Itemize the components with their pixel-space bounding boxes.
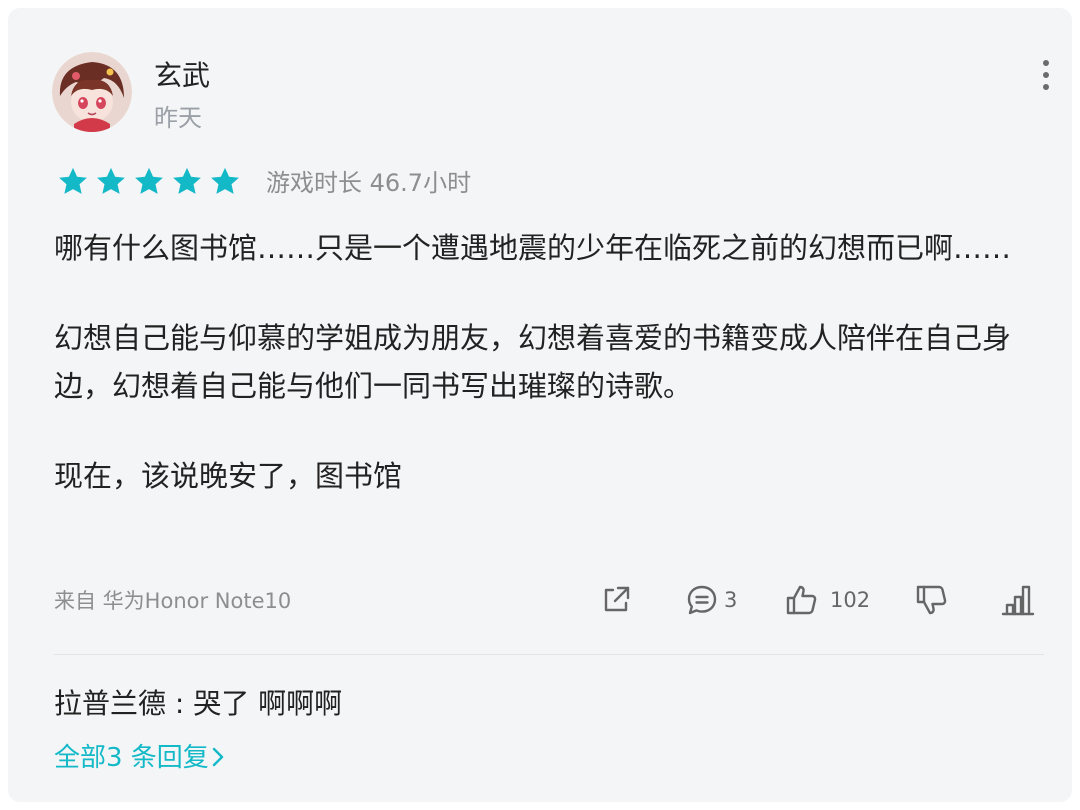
review-paragraph: 哪有什么图书馆……只是一个遭遇地震的少年在临死之前的幻想而已啊…… — [54, 231, 1012, 265]
device-info: 来自 华为Honor Note10 — [54, 589, 292, 613]
review-card: 玄武 昨天 游戏时长 46.7小时 哪有什么图书馆……只是一个遭遇地震的少年在临… — [8, 8, 1072, 802]
thumbs-down-icon — [916, 585, 947, 615]
divider — [54, 654, 1044, 655]
star-icon — [173, 167, 201, 194]
reply-preview[interactable]: 拉普兰德 : 哭了 啊啊啊 — [54, 684, 342, 724]
like-button[interactable]: 102 — [784, 578, 870, 622]
comment-count: 3 — [724, 588, 738, 612]
star-icon — [135, 167, 163, 194]
dislike-button[interactable] — [914, 578, 950, 622]
avatar[interactable] — [52, 52, 132, 132]
more-options-icon[interactable] — [1036, 60, 1056, 90]
stats-button[interactable] — [1000, 578, 1036, 622]
share-button[interactable] — [598, 578, 634, 622]
bar-chart-icon — [1001, 585, 1035, 616]
comment-button[interactable]: 3 — [684, 578, 737, 622]
review-paragraph: 现在，该说晚安了，图书馆 — [54, 459, 403, 493]
like-count: 102 — [830, 588, 871, 612]
review-body[interactable]: 哪有什么图书馆……只是一个遭遇地震的少年在临死之前的幻想而已啊…… 幻想自己能与… — [54, 224, 1054, 500]
star-icon — [211, 167, 239, 194]
review-paragraph: 幻想自己能与仰慕的学姐成为朋友，幻想着喜爱的书籍变成人陪伴在自己身边，幻想着自己… — [54, 321, 1012, 403]
star-rating — [56, 165, 246, 199]
star-icon — [59, 167, 87, 194]
thumbs-up-icon — [786, 585, 817, 615]
post-time: 昨天 — [154, 104, 202, 132]
view-all-replies-link[interactable]: 全部3 条回复 — [54, 740, 225, 776]
chevron-right-icon — [211, 740, 225, 776]
playtime: 游戏时长 46.7小时 — [266, 169, 472, 197]
share-icon — [604, 586, 630, 612]
view-all-replies-label: 全部3 条回复 — [54, 743, 209, 773]
username[interactable]: 玄武 — [154, 58, 210, 94]
star-icon — [97, 167, 125, 194]
comment-icon — [687, 585, 717, 615]
